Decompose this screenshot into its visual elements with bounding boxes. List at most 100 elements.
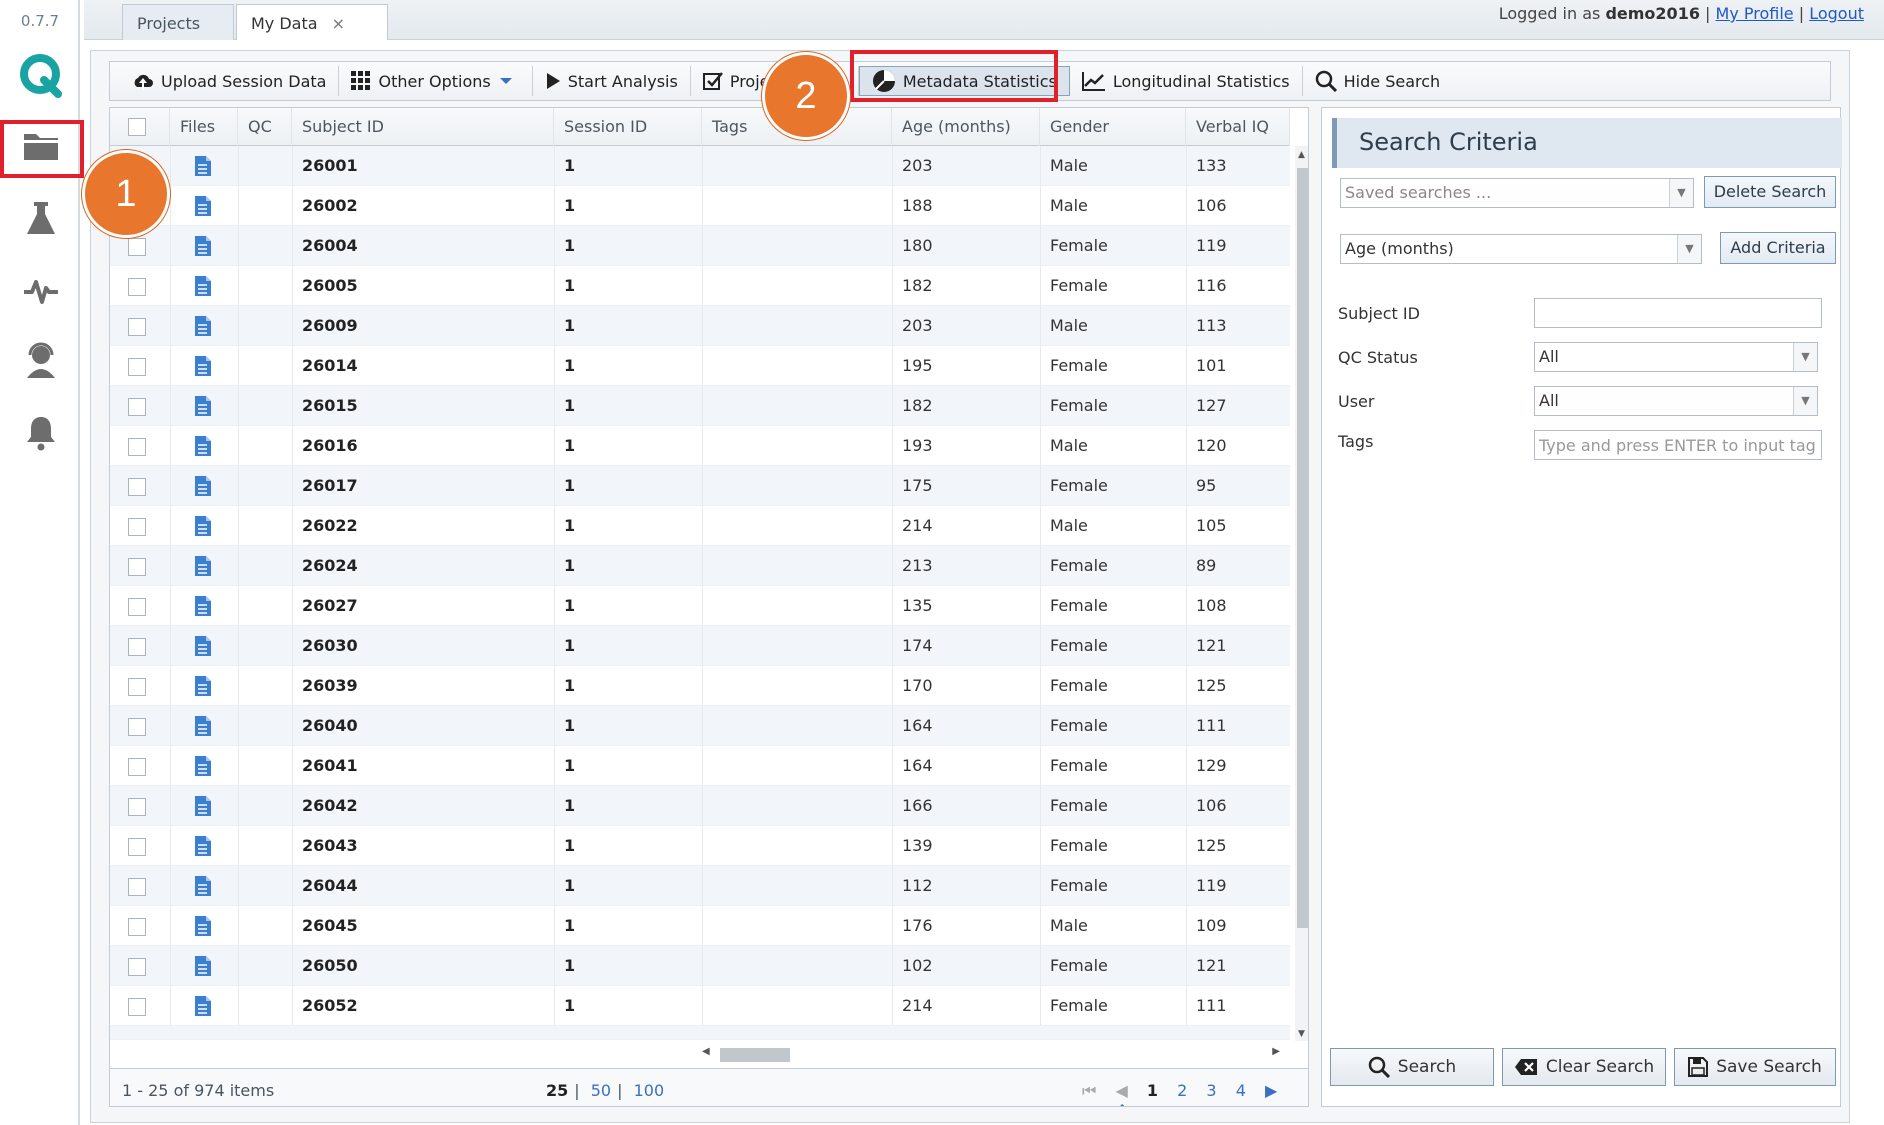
horizontal-scrollbar[interactable]: ◀ ▶ <box>700 1044 1280 1064</box>
files-icon[interactable] <box>170 506 238 546</box>
table-row[interactable]: 26045 1 176 Male 109 <box>110 906 1290 946</box>
upload-session-button[interactable]: Upload Session Data <box>120 66 340 96</box>
table-row[interactable]: 26041 1 164 Female 129 <box>110 746 1290 786</box>
row-checkbox[interactable] <box>128 318 146 336</box>
files-icon[interactable] <box>170 266 238 306</box>
files-icon[interactable] <box>170 986 238 1026</box>
row-checkbox[interactable] <box>128 558 146 576</box>
prev-page-icon[interactable]: ◀ <box>1116 1081 1128 1100</box>
qc-status-select[interactable]: All ▼ <box>1534 342 1818 372</box>
row-checkbox[interactable] <box>128 478 146 496</box>
page-size-25[interactable]: 25 <box>546 1081 568 1100</box>
refresh-icon[interactable]: ⬆ <box>1116 1101 1129 1106</box>
files-icon[interactable] <box>170 746 238 786</box>
table-row[interactable]: 26002 1 188 Male 106 <box>110 186 1290 226</box>
row-checkbox[interactable] <box>128 598 146 616</box>
vertical-scrollbar[interactable]: ▲ ▼ <box>1295 146 1308 1041</box>
files-icon[interactable] <box>170 786 238 826</box>
header-age[interactable]: Age (months) <box>892 108 1040 146</box>
header-verbal-iq[interactable]: Verbal IQ <box>1186 108 1290 146</box>
next-page-icon[interactable]: ▶ <box>1265 1081 1277 1100</box>
files-icon[interactable] <box>170 546 238 586</box>
table-row[interactable]: 26016 1 193 Male 120 <box>110 426 1290 466</box>
table-row[interactable]: 26042 1 166 Female 106 <box>110 786 1290 826</box>
table-row[interactable]: 26015 1 182 Female 127 <box>110 386 1290 426</box>
scroll-left-icon[interactable]: ◀ <box>702 1046 710 1057</box>
page-size-100[interactable]: 100 <box>634 1081 665 1100</box>
table-row[interactable]: 26039 1 170 Female 125 <box>110 666 1290 706</box>
files-icon[interactable] <box>170 426 238 466</box>
files-icon[interactable] <box>170 466 238 506</box>
search-button[interactable]: Search <box>1330 1048 1494 1086</box>
tab-projects[interactable]: Projects <box>122 4 234 40</box>
scroll-right-icon[interactable]: ▶ <box>1272 1046 1280 1057</box>
close-icon[interactable]: × <box>332 14 345 33</box>
row-checkbox[interactable] <box>128 678 146 696</box>
scroll-down-icon[interactable]: ▼ <box>1298 1029 1305 1039</box>
row-checkbox[interactable] <box>128 238 146 256</box>
last-page-icon[interactable]: ⏭ <box>1082 1101 1096 1106</box>
delete-search-button[interactable]: Delete Search <box>1704 176 1836 208</box>
row-checkbox[interactable] <box>128 398 146 416</box>
chevron-down-icon[interactable]: ▼ <box>1669 179 1693 207</box>
table-row[interactable]: 26005 1 182 Female 116 <box>110 266 1290 306</box>
table-row[interactable]: 26017 1 175 Female 95 <box>110 466 1290 506</box>
table-row[interactable]: 26030 1 174 Female 121 <box>110 626 1290 666</box>
row-checkbox[interactable] <box>128 838 146 856</box>
add-criteria-button[interactable]: Add Criteria <box>1720 232 1836 264</box>
files-icon[interactable] <box>170 226 238 266</box>
clear-search-button[interactable]: Clear Search <box>1502 1048 1666 1086</box>
header-files[interactable]: Files <box>170 108 238 146</box>
support-agent-icon[interactable] <box>20 340 62 382</box>
files-icon[interactable] <box>170 626 238 666</box>
tags-input[interactable]: Type and press ENTER to input tag <box>1534 430 1822 460</box>
table-row[interactable]: 26014 1 195 Female 101 <box>110 346 1290 386</box>
chevron-down-icon[interactable]: ▼ <box>1677 235 1701 263</box>
table-row[interactable]: 26043 1 139 Female 125 <box>110 826 1290 866</box>
header-gender[interactable]: Gender <box>1040 108 1186 146</box>
tab-my-data[interactable]: My Data × <box>236 4 388 40</box>
files-icon[interactable] <box>170 866 238 906</box>
flask-icon[interactable] <box>20 198 62 240</box>
header-qc[interactable]: QC <box>238 108 292 146</box>
save-search-button[interactable]: Save Search <box>1674 1048 1836 1086</box>
table-row[interactable]: 26040 1 164 Female 111 <box>110 706 1290 746</box>
hide-search-button[interactable]: Hide Search <box>1303 66 1453 96</box>
chevron-down-icon[interactable]: ▼ <box>1793 387 1817 415</box>
my-profile-link[interactable]: My Profile <box>1716 4 1794 23</box>
logout-link[interactable]: Logout <box>1809 4 1864 23</box>
scroll-up-icon[interactable]: ▲ <box>1298 150 1305 160</box>
row-checkbox[interactable] <box>128 438 146 456</box>
table-row[interactable]: 26004 1 180 Female 119 <box>110 226 1290 266</box>
first-page-icon[interactable]: ⏮ <box>1082 1081 1096 1100</box>
saved-searches-select[interactable]: Saved searches ... ▼ <box>1340 178 1694 208</box>
page-3[interactable]: 3 <box>1206 1081 1216 1100</box>
files-icon[interactable] <box>170 346 238 386</box>
bell-icon[interactable] <box>20 412 62 454</box>
row-checkbox[interactable] <box>128 518 146 536</box>
row-checkbox[interactable] <box>128 798 146 816</box>
files-icon[interactable] <box>170 946 238 986</box>
row-checkbox[interactable] <box>128 998 146 1016</box>
longitudinal-statistics-button[interactable]: Longitudinal Statistics <box>1070 66 1303 96</box>
page-1[interactable]: 1 <box>1147 1081 1158 1100</box>
files-icon[interactable] <box>170 706 238 746</box>
subject-id-input[interactable] <box>1534 298 1822 328</box>
files-icon[interactable] <box>170 826 238 866</box>
page-size-50[interactable]: 50 <box>591 1081 611 1100</box>
row-checkbox[interactable] <box>128 638 146 656</box>
page-2[interactable]: 2 <box>1177 1081 1187 1100</box>
user-select[interactable]: All ▼ <box>1534 386 1818 416</box>
start-analysis-button[interactable]: Start Analysis <box>533 66 691 96</box>
row-checkbox[interactable] <box>128 918 146 936</box>
files-icon[interactable] <box>170 906 238 946</box>
files-icon[interactable] <box>170 586 238 626</box>
files-icon[interactable] <box>170 666 238 706</box>
table-row[interactable]: 26024 1 213 Female 89 <box>110 546 1290 586</box>
row-checkbox[interactable] <box>128 758 146 776</box>
row-checkbox[interactable] <box>128 958 146 976</box>
table-row[interactable]: 26001 1 203 Male 133 <box>110 146 1290 186</box>
activity-icon[interactable] <box>20 270 62 312</box>
row-checkbox[interactable] <box>128 878 146 896</box>
header-subject-id[interactable]: Subject ID <box>292 108 554 146</box>
